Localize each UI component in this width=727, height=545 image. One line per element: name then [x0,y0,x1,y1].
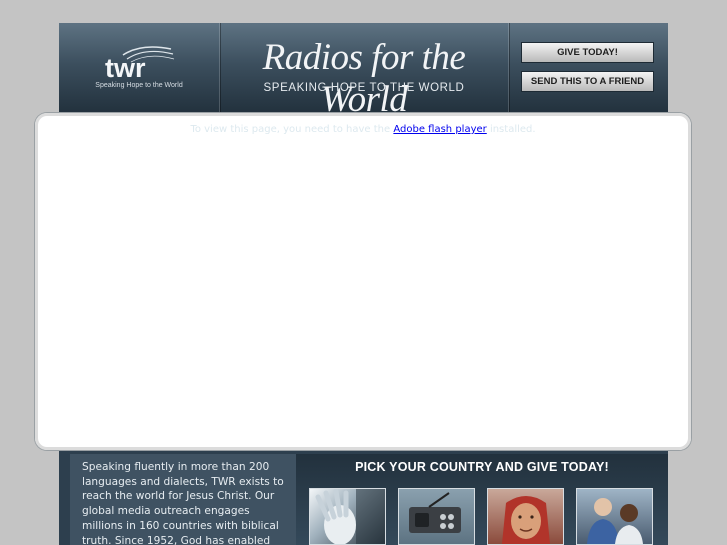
country-picker-panel: PICK YOUR COUNTRY AND GIVE TODAY! [296,454,668,545]
flash-message-suffix: installed. [486,124,536,135]
twr-logo[interactable]: twr Speaking Hope to the World [59,23,219,113]
page-subtitle: SPEAKING HOPE TO THE WORLD [263,82,465,94]
flash-message-prefix: To view this page, you need to have the [190,124,394,135]
send-to-friend-button[interactable]: SEND THIS TO A FRIEND [521,71,654,92]
woman-photo-icon [502,496,550,544]
adobe-flash-player-link[interactable]: Adobe flash player [393,124,486,135]
country-thumbnail-3[interactable] [487,488,564,545]
page-title: Radios for the World [262,37,466,120]
hand-face-photo-icon [315,489,385,544]
header-divider [508,23,509,113]
listeners-photo-icon [587,498,643,544]
intro-text: Speaking fluently in more than 200 langu… [82,461,284,545]
site-header: twr Speaking Hope to the World Radios fo… [59,23,668,120]
flash-required-message: To view this page, you need to have the … [35,124,691,135]
country-thumbnail-2[interactable] [398,488,475,545]
country-thumbnail-1[interactable] [309,488,386,545]
radio-photo-icon [409,492,461,533]
logo-tagline: Speaking Hope to the World [95,82,183,89]
give-today-button[interactable]: GIVE TODAY! [521,42,654,63]
country-thumbnail-4[interactable] [576,488,653,545]
twr-logo-icon: twr [105,46,175,81]
svg-text:twr: twr [105,53,146,81]
country-picker-title: PICK YOUR COUNTRY AND GIVE TODAY! [355,460,609,474]
intro-panel: Speaking fluently in more than 200 langu… [70,454,296,545]
flash-content-panel: To view this page, you need to have the … [35,113,691,450]
